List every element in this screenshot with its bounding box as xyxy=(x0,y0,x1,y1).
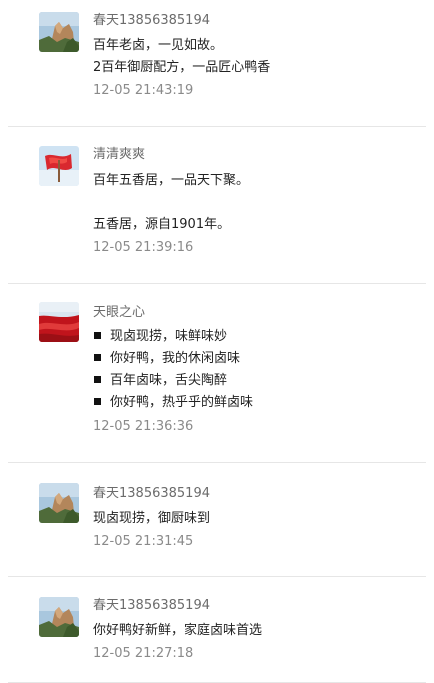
mountain-avatar-icon xyxy=(39,12,79,52)
comment-item: 清清爽爽 百年五香居，一品天下聚。 五香居，源自1901年。 12-05 21:… xyxy=(8,127,426,284)
comment-item: 春天13856385194 现卤现捞，御厨味到 12-05 21:31:45 xyxy=(8,463,426,577)
mountain-avatar-icon xyxy=(39,483,79,523)
bullet-item: 百年卤味，舌尖陶醉 xyxy=(93,370,418,392)
comment-text-line: 五香居，源自1901年。 xyxy=(93,217,231,232)
bullet-square-icon xyxy=(94,332,101,339)
bullet-square-icon xyxy=(94,376,101,383)
bullet-item: 你好鸭，热乎乎的鲜卤味 xyxy=(93,392,418,414)
comment-item: 春天13856385194 百年老卤，一见如故。 2百年御厨配方，一品匠心鸭香 … xyxy=(8,0,426,127)
comment-item: 春天13856385194 你好鸭好新鲜，家庭卤味首选 12-05 21:27:… xyxy=(8,577,426,683)
comment-item: 天眼之心 现卤现捞，味鲜味妙 你好鸭，我的休闲卤味 百年卤味，舌尖陶醉 你好鸭，… xyxy=(8,284,426,463)
comment-text-line: 你好鸭好新鲜，家庭卤味首选 xyxy=(93,623,263,638)
comment-text-line: 现卤现捞，御厨味到 xyxy=(93,511,211,526)
user-avatar[interactable] xyxy=(39,146,79,186)
red-beach-avatar-icon xyxy=(39,302,79,342)
comment-text-line: 百年老卤，一见如故。 xyxy=(93,38,224,53)
comment-username[interactable]: 春天13856385194 xyxy=(93,485,418,503)
comment-username[interactable]: 清清爽爽 xyxy=(93,146,418,164)
user-avatar[interactable] xyxy=(39,302,79,342)
comment-username[interactable]: 春天13856385194 xyxy=(93,12,418,30)
comment-timestamp: 12-05 21:39:16 xyxy=(93,240,194,255)
comment-username[interactable]: 春天13856385194 xyxy=(93,597,418,615)
comment-timestamp: 12-05 21:31:45 xyxy=(93,534,194,549)
bullet-item: 现卤现捞，味鲜味妙 xyxy=(93,326,418,348)
comment-timestamp: 12-05 21:36:36 xyxy=(93,419,194,434)
user-avatar[interactable] xyxy=(39,483,79,523)
user-avatar[interactable] xyxy=(39,597,79,637)
comment-text-line: 百年五香居，一品天下聚。 xyxy=(93,173,250,188)
bullet-square-icon xyxy=(94,398,101,405)
bullet-square-icon xyxy=(94,354,101,361)
comment-username[interactable]: 天眼之心 xyxy=(93,304,418,322)
red-flag-avatar-icon xyxy=(39,146,79,186)
user-avatar[interactable] xyxy=(39,12,79,52)
comment-text-line: 2百年御厨配方，一品匠心鸭香 xyxy=(93,60,271,75)
mountain-avatar-icon xyxy=(39,597,79,637)
bullet-item: 你好鸭，我的休闲卤味 xyxy=(93,348,418,370)
comment-timestamp: 12-05 21:27:18 xyxy=(93,646,194,661)
comment-timestamp: 12-05 21:43:19 xyxy=(93,83,194,98)
bullet-list: 现卤现捞，味鲜味妙 你好鸭，我的休闲卤味 百年卤味，舌尖陶醉 你好鸭，热乎乎的鲜… xyxy=(93,326,418,414)
